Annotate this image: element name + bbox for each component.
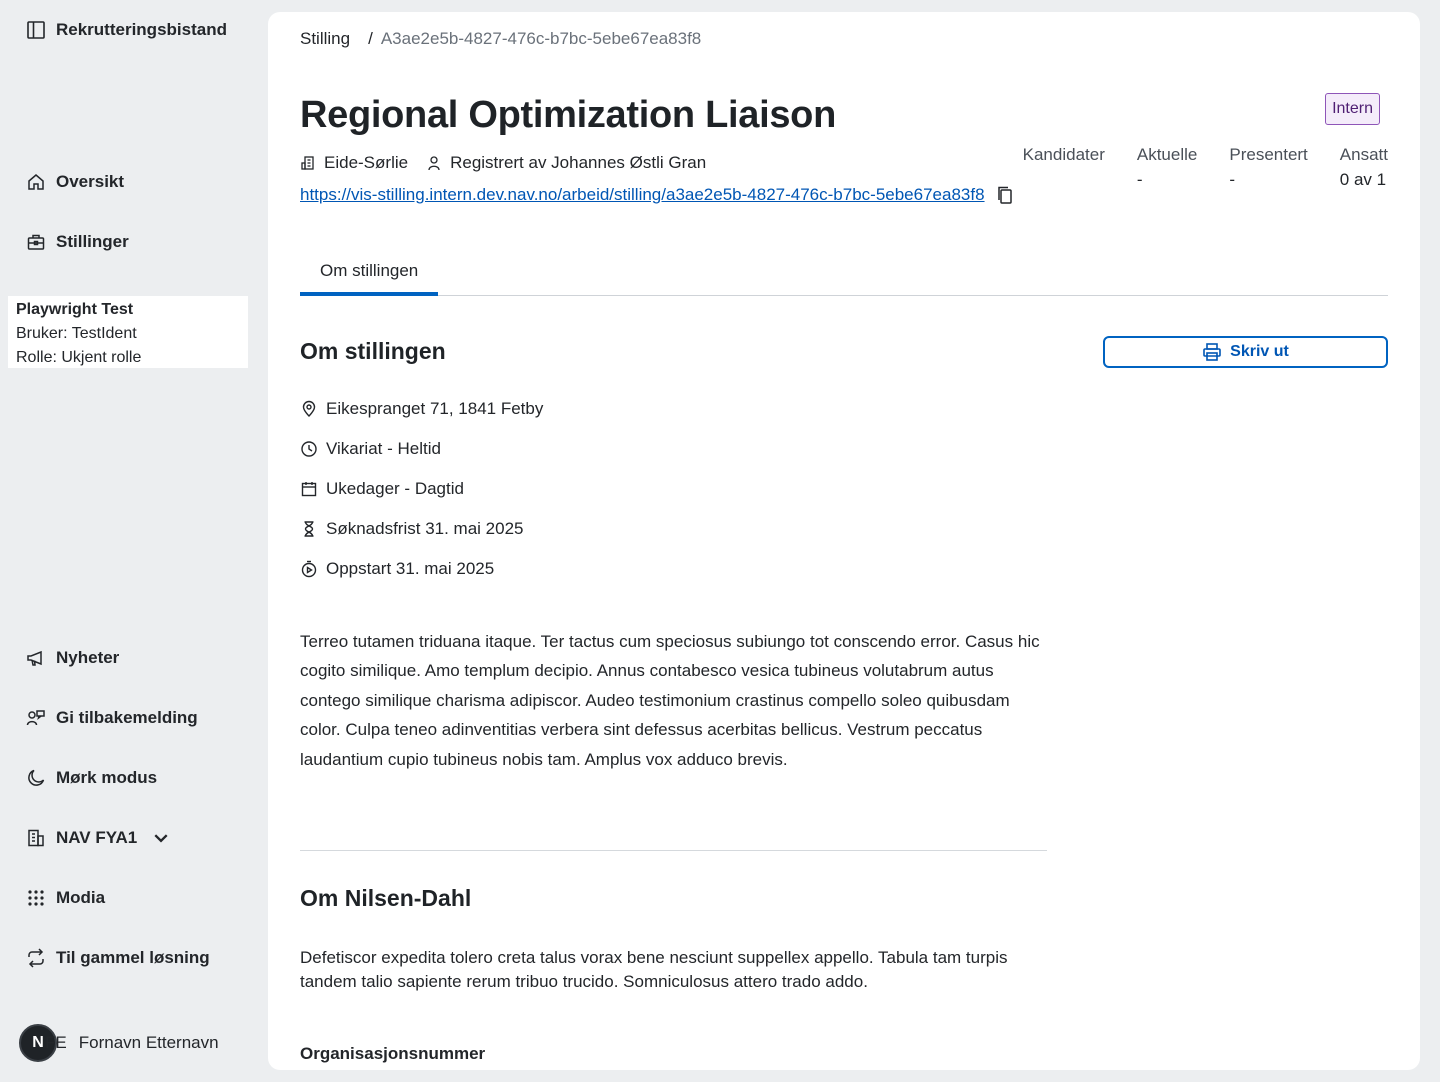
breadcrumb-stilling[interactable]: Stilling	[300, 29, 350, 49]
sidebar-item-label: Oversikt	[56, 172, 125, 191]
stat-presentert: Presentert -	[1229, 145, 1307, 190]
megaphone-icon	[27, 650, 42, 666]
timer-icon	[301, 560, 317, 578]
sidebar-item-stillinger[interactable]: Stillinger	[26, 232, 129, 252]
sidebar-item-nyheter[interactable]: Nyheter	[26, 648, 119, 668]
breadcrumb-separator: /	[368, 29, 373, 48]
building-icon	[28, 829, 44, 847]
house-icon	[28, 174, 44, 190]
info-schedule: Ukedager - Dagtid	[300, 479, 464, 499]
info-text: Ukedager - Dagtid	[326, 479, 464, 498]
stat-label: Aktuelle	[1136, 145, 1198, 164]
info-text: Oppstart 31. mai 2025	[326, 559, 495, 578]
info-text: Vikariat - Heltid	[326, 439, 441, 458]
copy-icon[interactable]	[995, 185, 1015, 205]
main-content: Stilling / A3ae2e5b-4827-476c-b7bc-5ebe6…	[268, 12, 1420, 1070]
stat-kandidater: Kandidater	[1023, 145, 1105, 190]
user-role: Rolle: Ukjent rolle	[16, 349, 142, 366]
stat-value: -	[1229, 170, 1236, 189]
sidebar-item-label: Gi tilbakemelding	[56, 708, 198, 727]
sidebar-item-label: Modia	[56, 888, 106, 907]
person-icon	[428, 156, 440, 171]
user-info: Playwright Test Bruker: TestIdent Rolle:…	[8, 296, 248, 368]
stat-value: -	[1136, 170, 1143, 189]
sidebar-item-gammel-losning[interactable]: Til gammel løsning	[26, 948, 210, 968]
feedback-icon	[26, 710, 45, 726]
info-start: Oppstart 31. mai 2025	[300, 559, 494, 579]
arrows-cycle-icon	[28, 948, 44, 968]
stat-label: Kandidater	[1022, 145, 1105, 164]
sidebar-toggle-icon[interactable]	[26, 20, 46, 40]
user-ident: Bruker: TestIdent	[16, 325, 137, 342]
sidebar-item-label: Mørk modus	[56, 768, 158, 787]
stat-label: Ansatt	[1339, 145, 1388, 164]
stat-label: Presentert	[1229, 145, 1308, 164]
breadcrumb-current: A3ae2e5b-4827-476c-b7bc-5ebe67ea83f8	[380, 29, 702, 48]
stat-aktuelle: Aktuelle -	[1137, 145, 1197, 190]
candidate-stats: Kandidater Aktuelle - Presentert - Ansat…	[1023, 145, 1388, 190]
employer-description: Defetiscor expedita tolero creta talus v…	[300, 948, 1008, 991]
building-icon	[301, 156, 314, 170]
briefcase-icon	[27, 234, 45, 250]
sidebar-item-mork-modus[interactable]: Mørk modus	[26, 768, 157, 788]
brand-label: Rekrutteringsbistand	[56, 20, 227, 39]
moon-icon	[28, 769, 45, 786]
user-name: Playwright Test	[16, 301, 134, 318]
section-heading: Om stillingen	[300, 338, 446, 364]
profile-name: Fornavn Etternavn	[78, 1033, 219, 1052]
location-pin-icon	[302, 400, 316, 417]
chevron-down-icon	[154, 834, 168, 843]
tab-om-stillingen[interactable]: Om stillingen	[300, 255, 439, 296]
info-address: Eikespranget 71, 1841 Fetby	[300, 399, 543, 419]
sidebar-item-enhet[interactable]: NAV FYA1	[26, 828, 171, 848]
sidebar-item-tilbakemelding[interactable]: Gi tilbakemelding	[26, 708, 198, 728]
grid-icon	[28, 890, 44, 906]
print-label: Skriv ut	[1230, 343, 1289, 360]
hourglass-icon	[304, 521, 314, 537]
job-description: Terreo tutamen triduana itaque. Ter tact…	[300, 632, 1040, 769]
info-text: Eikespranget 71, 1841 Fetby	[326, 399, 544, 418]
printer-icon	[1203, 343, 1221, 361]
user-profile[interactable]: N FE Fornavn Etternavn	[19, 1024, 219, 1062]
employer-name: Eide-Sørlie	[324, 153, 409, 172]
breadcrumb: Stilling / A3ae2e5b-4827-476c-b7bc-5ebe6…	[300, 29, 701, 49]
sidebar-item-oversikt[interactable]: Oversikt	[26, 172, 124, 192]
info-text: Søknadsfrist 31. mai 2025	[326, 519, 524, 538]
registered-by: Registrert av Johannes Østli Gran	[450, 153, 707, 172]
page-title: Regional Optimization Liaison	[300, 94, 836, 136]
sidebar-item-label: Stillinger	[56, 232, 129, 251]
calendar-icon	[301, 482, 317, 497]
clock-icon	[301, 441, 317, 457]
sidebar-item-modia[interactable]: Modia	[26, 888, 105, 908]
job-url-row: https://vis-stilling.intern.dev.nav.no/a…	[300, 185, 1015, 205]
job-url-link[interactable]: https://vis-stilling.intern.dev.nav.no/a…	[300, 185, 985, 205]
employer-heading: Om Nilsen-Dahl	[300, 885, 472, 911]
info-employment: Vikariat - Heltid	[300, 439, 441, 459]
print-button[interactable]: Skriv ut	[1103, 336, 1388, 368]
divider	[300, 850, 1047, 851]
sidebar-item-label: Til gammel løsning	[56, 948, 210, 967]
tab-bar: Om stillingen	[300, 255, 1388, 296]
stat-ansatt: Ansatt 0 av 1	[1340, 145, 1388, 190]
stat-value: 0 av 1	[1339, 170, 1387, 189]
info-deadline: Søknadsfrist 31. mai 2025	[300, 519, 523, 539]
status-badge: Intern	[1325, 93, 1380, 125]
sidebar-item-label: Nyheter	[56, 648, 120, 667]
sidebar-item-label: NAV FYA1	[56, 828, 138, 847]
sidebar: Rekrutteringsbistand Oversikt Stillinger…	[0, 0, 256, 1082]
org-number-label: Organisasjonsnummer	[300, 1044, 486, 1063]
job-meta: Eide-Sørlie Registrert av Johannes Østli…	[300, 153, 706, 173]
user-initials: FE	[45, 1033, 67, 1052]
brand[interactable]: Rekrutteringsbistand	[26, 20, 227, 40]
